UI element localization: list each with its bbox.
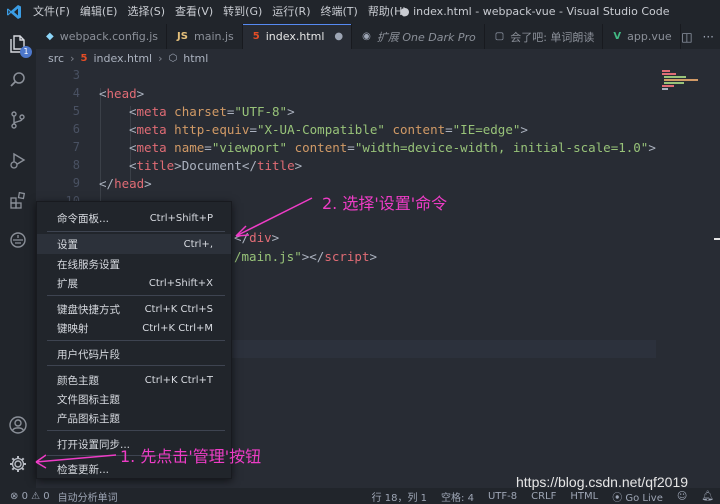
error-icon: ⊗ [10, 490, 19, 502]
go-live-button[interactable]: ⦿ Go Live [612, 489, 663, 504]
annotation-arrow-step1 [35, 454, 117, 469]
warning-icon: ⚠ [31, 490, 41, 502]
annotation-step2: 2. 选择'设置'命令 [322, 194, 448, 213]
annotation-arrows [35, 197, 313, 469]
cursor-position[interactable]: 行 18，列 1 [372, 489, 427, 504]
annotation-step1: 1. 先点击'管理'按钮 [120, 447, 262, 466]
annotation-arrow-step2 [235, 197, 313, 237]
language-mode[interactable]: HTML [570, 491, 598, 502]
notifications-bell-icon[interactable]: 🔔︎ [701, 491, 714, 502]
problems-indicator[interactable]: ⊗ 0 ⚠ 0 [10, 491, 50, 502]
indentation[interactable]: 空格: 4 [441, 489, 474, 504]
status-task[interactable]: 自动分析单词 [58, 489, 118, 504]
warning-count: 0 [43, 490, 50, 502]
broadcast-icon: ⦿ [612, 492, 623, 504]
status-bar: ⊗ 0 ⚠ 0 自动分析单词 行 18，列 1 空格: 4 UTF-8 CRLF… [0, 488, 720, 504]
encoding[interactable]: UTF-8 [488, 491, 517, 502]
end-of-line[interactable]: CRLF [531, 491, 556, 502]
watermark: https://blog.csdn.net/qf2019 [516, 474, 689, 490]
error-count: 0 [21, 490, 28, 502]
feedback-icon[interactable]: ☺ [677, 491, 687, 502]
